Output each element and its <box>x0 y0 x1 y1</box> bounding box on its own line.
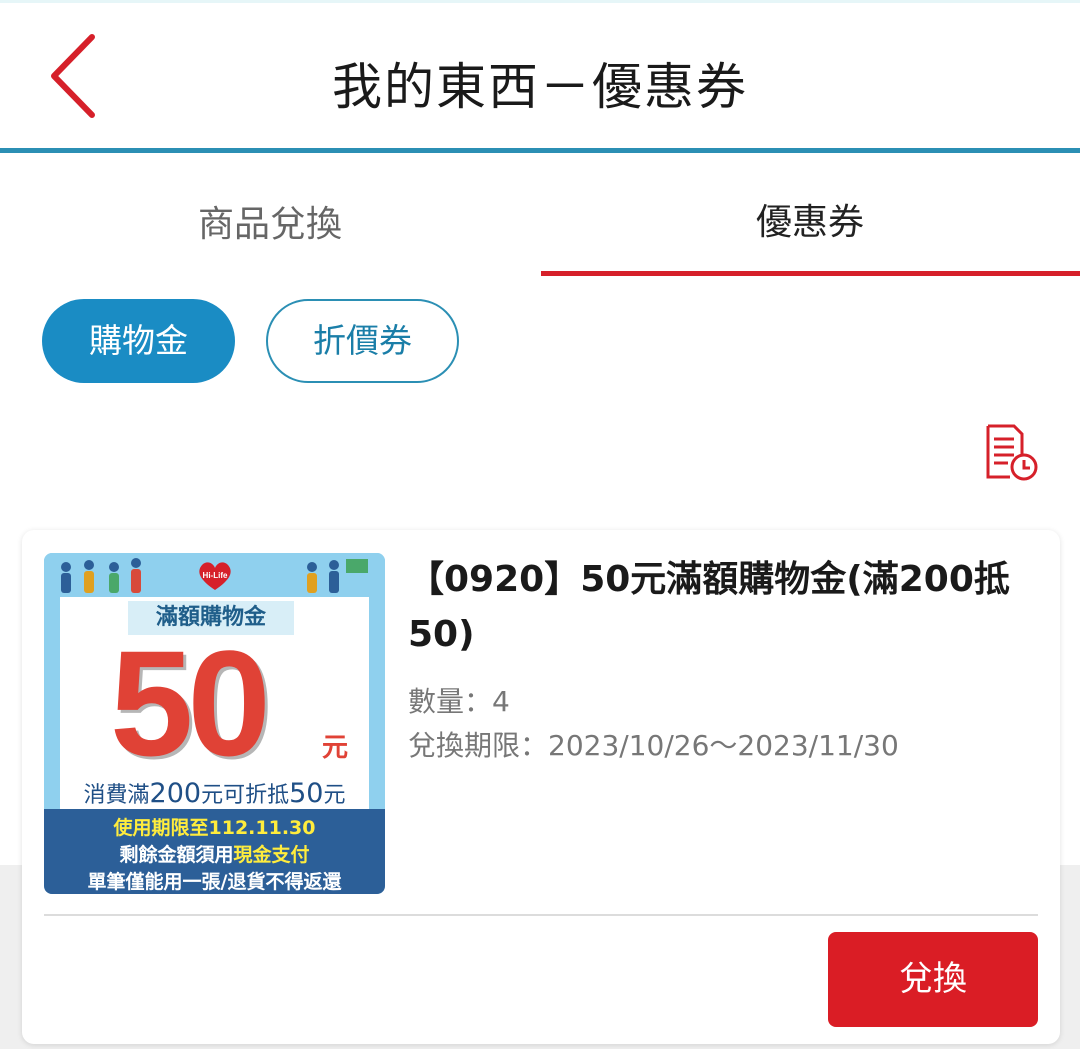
coupon-title: 【0920】50元滿額購物金(滿200抵50) <box>408 559 1010 655</box>
filter-shopping-credit[interactable]: 購物金 <box>42 299 235 383</box>
coupon-image: Hi-Life 滿額購物金 50 元 消費滿200元可折抵50元 使用期限至11… <box>44 553 385 894</box>
top-bar: 我的東西－優惠券 <box>0 0 1080 148</box>
art-term-usage: 單筆僅能用一張/退貨不得返還 <box>87 871 342 893</box>
active-tab-indicator <box>541 271 1080 276</box>
coupon-quantity: 數量：4 <box>408 685 510 718</box>
tab-coupons[interactable]: 優惠券 <box>540 153 1080 279</box>
document-clock-icon <box>986 424 1038 481</box>
tab-bar: 商品兌換 優惠券 <box>0 153 1080 279</box>
hi-life-logo: Hi-Life <box>199 562 231 590</box>
coupon-card[interactable]: Hi-Life 滿額購物金 50 元 消費滿200元可折抵50元 使用期限至11… <box>22 530 1060 1044</box>
svg-text:Hi-Life: Hi-Life <box>203 571 228 580</box>
art-unit: 元 <box>322 733 349 763</box>
filter-discount-coupon[interactable]: 折價券 <box>266 299 459 383</box>
page-title: 我的東西－優惠券 <box>332 58 748 116</box>
art-amount: 50 <box>110 619 271 787</box>
redeem-button[interactable]: 兌換 <box>828 932 1038 1027</box>
tab-product-exchange[interactable]: 商品兌換 <box>0 153 540 279</box>
art-terms-band: 使用期限至112.11.30 剩餘金額須用現金支付 單筆僅能用一張/退貨不得返還 <box>44 809 385 894</box>
coupon-page: 我的東西－優惠券 商品兌換 優惠券 購物金 折價券 Hi-Life 滿額購物金 … <box>0 0 1080 1049</box>
history-button[interactable] <box>984 423 1040 481</box>
art-condition: 消費滿200元可折抵50元 <box>83 778 346 809</box>
coupon-period: 兌換期限：2023/10/26～2023/11/30 <box>408 729 899 762</box>
art-term-expiry: 使用期限至112.11.30 <box>113 817 316 839</box>
art-header: Hi-Life <box>44 553 385 599</box>
card-divider <box>44 914 1038 916</box>
art-term-cash: 剩餘金額須用現金支付 <box>119 844 310 866</box>
